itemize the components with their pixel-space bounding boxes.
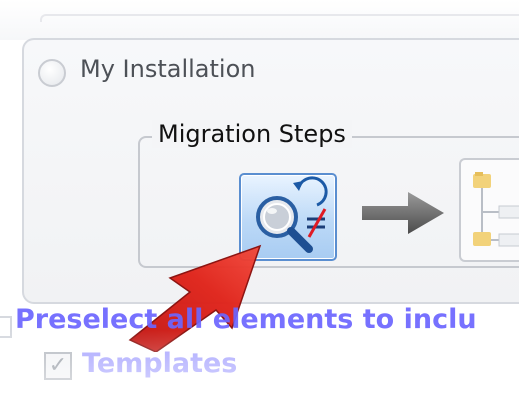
tree-step-button[interactable] [459, 158, 519, 262]
hierarchy-tree-icon [473, 172, 519, 247]
screenshot-stage: My Installation Migration Steps Preselec… [0, 0, 519, 396]
left-edge-tick [0, 316, 12, 338]
top-divider [40, 14, 519, 22]
right-arrow-icon [362, 192, 444, 234]
migration-steps-legend: Migration Steps [152, 120, 352, 148]
my-installation-radio[interactable] [38, 59, 66, 87]
templates-label: Templates [82, 348, 238, 379]
my-installation-label: My Installation [80, 55, 256, 83]
preselect-heading: Preselect all elements to inclu [15, 304, 477, 335]
templates-checkbox[interactable]: ✓ [44, 352, 72, 380]
